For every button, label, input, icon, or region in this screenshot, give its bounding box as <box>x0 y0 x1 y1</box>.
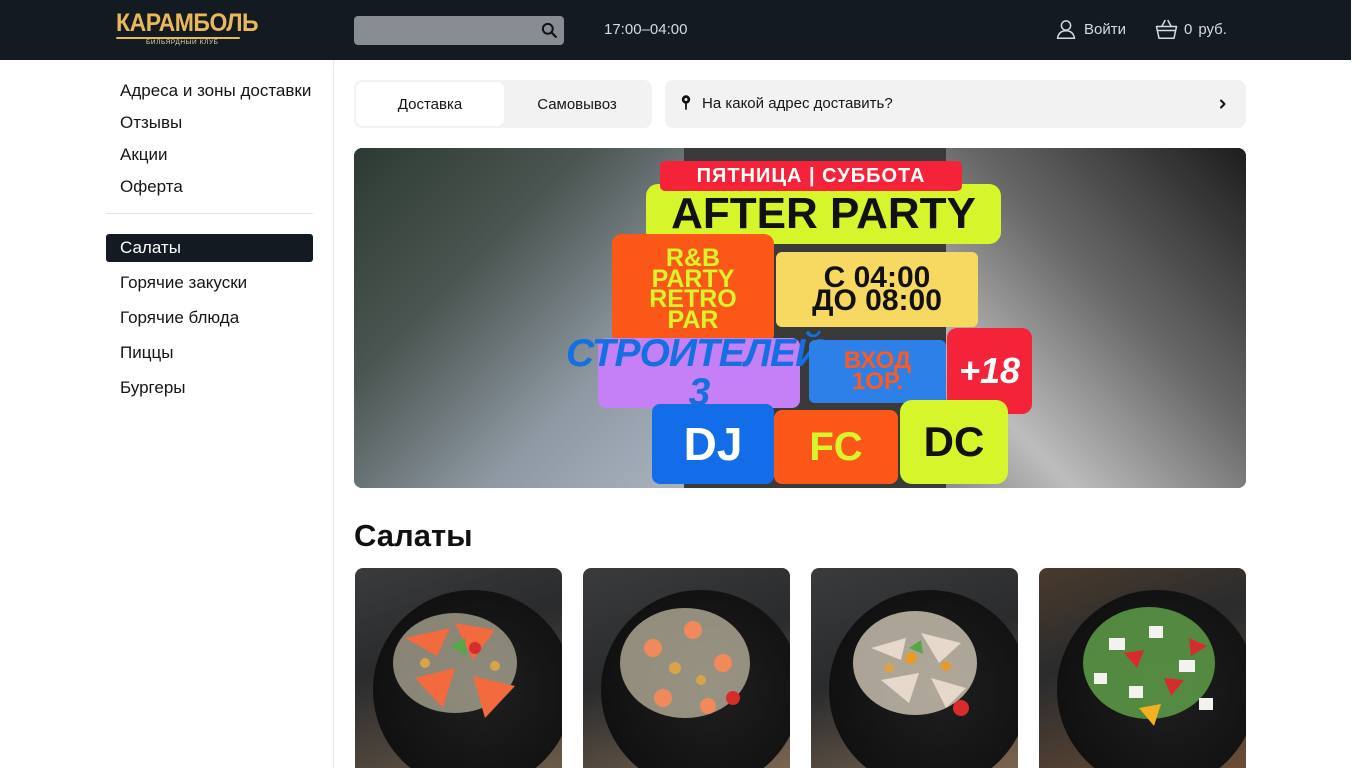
delivery-option[interactable]: Доставка <box>356 82 504 126</box>
logo[interactable]: КАРАМБОЛЬ БИЛЬЯРДНЫЙ КЛУБ <box>116 8 259 52</box>
sidebar-link-promotions[interactable]: Акции <box>120 144 168 166</box>
search-box <box>354 16 564 45</box>
salad-salmon-photo <box>355 568 562 768</box>
sidebar-divider <box>106 213 313 214</box>
salad-shrimp-photo <box>583 568 790 768</box>
category-pizzas[interactable]: Пиццы <box>120 342 173 364</box>
salad-shrimp-topping <box>620 608 750 718</box>
salad-chicken-caesar-topping <box>853 611 977 716</box>
pickup-option[interactable]: Самовывоз <box>504 82 650 126</box>
banner-dc-tile: DC <box>900 400 1008 484</box>
opening-hours: 17:00–04:00 <box>604 21 688 38</box>
sidebar-link-delivery-zones[interactable]: Адреса и зоны доставки <box>120 80 311 102</box>
address-prompt: На какой адрес доставить? <box>702 95 893 112</box>
delivery-mode-toggle: Доставка Самовывоз <box>354 80 652 128</box>
product-card[interactable] <box>1039 568 1246 768</box>
salad-greek-photo <box>1039 568 1246 768</box>
basket-icon <box>1155 19 1178 39</box>
banner-street-tile: СТРОИТЕЛЕЙ. 3 <box>566 332 833 414</box>
product-card[interactable] <box>583 568 790 768</box>
category-hot-appetizers[interactable]: Горячие закуски <box>120 272 247 294</box>
delivery-address-selector[interactable]: На какой адрес доставить? <box>665 80 1246 128</box>
banner-entry-tile: ВХОД 1ОР. <box>809 340 946 403</box>
banner-time-tile: С 04:00 ДО 08:00 <box>776 252 978 327</box>
user-icon <box>1056 20 1076 39</box>
chevron-right-icon <box>1220 99 1226 109</box>
cart-total: 0 <box>1184 20 1193 38</box>
category-hot-dishes[interactable]: Горячие блюда <box>120 307 239 329</box>
top-header: КАРАМБОЛЬ БИЛЬЯРДНЫЙ КЛУБ 17:00–04:00 Во… <box>0 0 1351 60</box>
cart-currency: руб. <box>1198 20 1227 38</box>
sidebar: Адреса и зоны доставки Отзывы Акции Офер… <box>0 60 334 768</box>
banner-fc-tile: FC <box>774 410 898 484</box>
salad-chicken-caesar-photo <box>811 568 1018 768</box>
location-pin-icon <box>681 95 691 110</box>
banner-days: ПЯТНИЦА | СУББОТА <box>660 161 962 191</box>
login-label: Войти <box>1084 20 1126 38</box>
search-icon[interactable] <box>541 22 558 39</box>
login-button[interactable]: Войти <box>1056 18 1126 40</box>
search-input[interactable] <box>354 16 534 45</box>
banner-dj-tile: DJ <box>652 404 774 484</box>
salad-salmon-topping <box>393 613 517 718</box>
category-burgers[interactable]: Бургеры <box>120 377 186 399</box>
category-salads[interactable]: Салаты <box>120 237 181 259</box>
logo-subtitle: БИЛЬЯРДНЫЙ КЛУБ <box>146 39 219 46</box>
salad-greek-topping <box>1083 607 1215 726</box>
promo-banner[interactable]: AFTER PARTY ПЯТНИЦА | СУББОТА R&B PARTY … <box>354 148 1246 488</box>
section-title: Салаты <box>354 518 473 553</box>
product-card[interactable] <box>811 568 1018 768</box>
product-card[interactable] <box>355 568 562 768</box>
cart-button[interactable]: 0 руб. <box>1155 18 1227 40</box>
logo-wordmark: КАРАМБОЛЬ <box>116 9 259 37</box>
banner-party-tile: R&B PARTY RETRO PAR <box>612 234 774 344</box>
sidebar-link-reviews[interactable]: Отзывы <box>120 112 182 134</box>
sidebar-link-offer[interactable]: Оферта <box>120 176 183 198</box>
